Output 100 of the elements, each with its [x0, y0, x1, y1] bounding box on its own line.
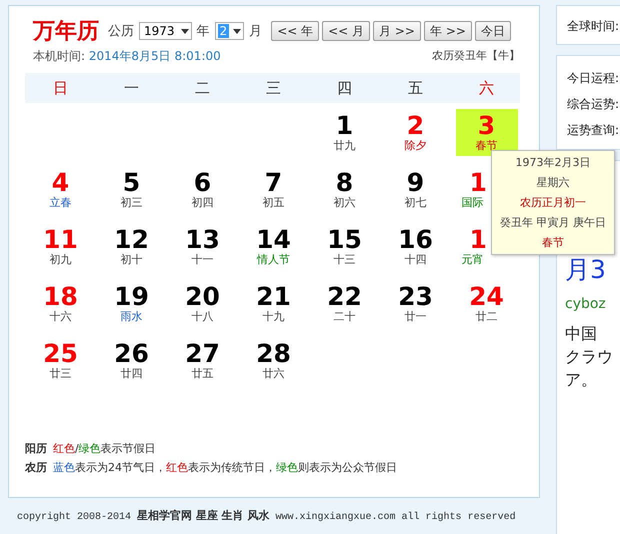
day-number: 28 [256, 340, 291, 367]
day-number: 16 [398, 226, 433, 253]
day-number: 4 [52, 169, 70, 196]
nav-button[interactable]: << 月 [322, 21, 370, 41]
day-number: 13 [185, 226, 220, 253]
day-number: 24 [469, 283, 504, 310]
weekday-label: 四 [336, 78, 353, 98]
lunar-date: 廿三 [50, 367, 72, 381]
day-cell[interactable]: 4 立春 [30, 166, 92, 213]
nav-button[interactable]: 今日 [474, 21, 511, 41]
lunar-date: 二十 [334, 310, 356, 324]
fortune-label: 今日运程: [567, 70, 620, 87]
day-cell[interactable]: 14 情人节 [242, 223, 304, 270]
lunar-date: 初六 [334, 196, 356, 210]
day-cell[interactable]: 8 初六 [314, 166, 376, 213]
year-select[interactable]: 1973 [139, 22, 192, 40]
day-number: 22 [327, 283, 362, 310]
site-text: www.xingxiangxue.com all rights reserved [276, 512, 516, 523]
day-number: 15 [327, 226, 362, 253]
lunar-date: 十八 [192, 310, 214, 324]
day-number: 1 [470, 169, 487, 196]
day-cell[interactable]: 22 二十 [314, 280, 376, 327]
day-cell[interactable]: 3 春节 [456, 109, 518, 156]
news-source[interactable]: cyboz [565, 296, 620, 312]
day-cell[interactable]: 6 初四 [172, 166, 234, 213]
logo: 万年历 [33, 17, 99, 46]
weekday-label: 六 [478, 78, 495, 98]
news-text: クラウ [565, 346, 614, 368]
lunar-date: 廿四 [120, 367, 142, 381]
day-cell[interactable]: 23 廿一 [384, 280, 446, 327]
day-cell[interactable]: 27 廿五 [172, 337, 234, 384]
day-number: 7 [264, 169, 282, 196]
nav-button[interactable]: 年 >> [424, 21, 472, 41]
lunar-date: 十四 [404, 253, 426, 267]
tooltip-text: 1973年2月3日 [516, 154, 590, 170]
day-number: 2 [406, 112, 424, 139]
day-number: 9 [406, 169, 424, 196]
day-cell[interactable]: 28 廿六 [242, 337, 304, 384]
day-cell[interactable]: 1 廿九 [314, 109, 376, 156]
day-number: 12 [114, 226, 149, 253]
legend-text: 农历 蓝色表示为24节气日，红色表示为传统节日，绿色则表示为公众节假日 [25, 460, 398, 475]
day-number: 3 [478, 112, 496, 139]
caret-icon [233, 28, 242, 34]
day-cell[interactable]: 26 廿四 [100, 337, 162, 384]
lunar-date: 除夕 [404, 139, 426, 153]
lunar-date: 廿九 [334, 139, 356, 153]
weekday-label: 三 [265, 78, 282, 98]
weekday-label: 五 [407, 78, 424, 98]
nav-button[interactable]: 月 >> [373, 21, 421, 41]
day-cell[interactable]: 21 十九 [242, 280, 304, 327]
day-cell[interactable]: 12 初十 [100, 223, 162, 270]
lunar-date: 十六 [50, 310, 72, 324]
day-number: 18 [43, 283, 78, 310]
lunar-date: 初九 [50, 253, 72, 267]
day-cell[interactable]: 20 十八 [172, 280, 234, 327]
lunar-date: 国际 [462, 196, 484, 210]
month-label: 月 [249, 23, 262, 40]
day-number: 1 [470, 226, 487, 253]
day-number: 6 [194, 169, 212, 196]
headline[interactable]: 月3 [565, 253, 620, 286]
fortune-label: 运势查询: [567, 122, 620, 139]
local-time: 本机时间: 2014年8月5日 8:01:00 [33, 48, 221, 65]
day-number: 19 [114, 283, 149, 310]
legend-text: 阳历 红色/绿色表示节假日 [25, 441, 157, 456]
world-time-label: 全球时间: [567, 19, 620, 33]
copyright-text: copyright 2008-2014 [17, 512, 132, 523]
lunar-date: 元宵 [462, 253, 484, 267]
day-cell[interactable]: 9 初七 [384, 166, 446, 213]
lunar-date: 十三 [334, 253, 356, 267]
day-number: 5 [122, 169, 140, 196]
day-cell[interactable]: 19 雨水 [100, 280, 162, 327]
day-cell[interactable]: 18 十六 [30, 280, 92, 327]
day-cell[interactable]: 25 廿三 [30, 337, 92, 384]
day-cell[interactable]: 5 初三 [100, 166, 162, 213]
lunar-year: 农历癸丑年【牛】 [432, 48, 520, 64]
day-cell[interactable]: 13 十一 [172, 223, 234, 270]
day-number: 1 [336, 112, 354, 139]
lunar-date: 廿一 [404, 310, 426, 324]
day-number: 23 [398, 283, 433, 310]
tooltip-text: 星期六 [536, 174, 570, 190]
day-number: 27 [185, 340, 220, 367]
day-cell[interactable]: 7 初五 [242, 166, 304, 213]
day-number: 8 [336, 169, 354, 196]
lunar-date: 初七 [404, 196, 426, 210]
day-number: 26 [114, 340, 149, 367]
footer-links: 星相学官网 星座 生肖 风水 [137, 508, 270, 523]
nav-button[interactable]: << 年 [271, 21, 320, 41]
caret-icon [180, 28, 189, 34]
lunar-date: 初五 [262, 196, 284, 210]
day-cell[interactable]: 11 初九 [30, 223, 92, 270]
lunar-date: 情人节 [257, 253, 290, 267]
lunar-date: 初四 [192, 196, 214, 210]
day-cell[interactable]: 15 十三 [314, 223, 376, 270]
day-number: 20 [185, 283, 220, 310]
day-cell[interactable]: 24 廿二 [456, 280, 518, 327]
day-cell[interactable]: 2 除夕 [384, 109, 446, 156]
day-cell[interactable]: 16 十四 [384, 223, 446, 270]
tooltip-text: 癸丑年 甲寅月 庚午日 [500, 214, 606, 230]
day-number: 14 [256, 226, 291, 253]
weekday-label: 二 [194, 78, 211, 98]
